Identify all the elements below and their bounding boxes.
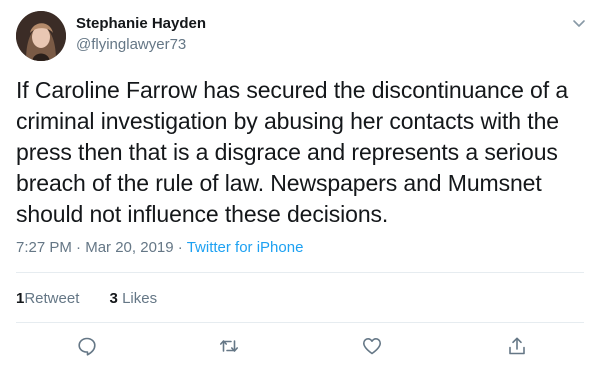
meta-separator: · [76, 239, 82, 256]
avatar[interactable] [16, 11, 66, 61]
heart-icon[interactable] [361, 335, 383, 357]
tweet-source-link[interactable]: Twitter for iPhone [187, 239, 304, 256]
tweet-meta: 7:27 PM · Mar 20, 2019 · Twitter for iPh… [16, 239, 303, 256]
retweets-stat[interactable]: 1Retweet [16, 290, 79, 307]
share-icon[interactable] [506, 335, 528, 357]
author-handle[interactable]: @flyinglawyer73 [76, 36, 186, 53]
retweet-icon[interactable] [218, 335, 240, 357]
action-bar [0, 335, 600, 361]
tweet-stats: 1Retweet 3 Likes [16, 290, 183, 307]
retweets-label: Retweet [24, 290, 80, 307]
tweet-date[interactable]: Mar 20, 2019 [85, 239, 173, 256]
author-name[interactable]: Stephanie Hayden [76, 15, 206, 32]
reply-icon[interactable] [76, 335, 98, 357]
likes-stat[interactable]: 3 Likes [110, 290, 158, 307]
meta-separator: · [177, 239, 183, 256]
likes-count: 3 [109, 290, 118, 307]
chevron-down-icon[interactable] [570, 14, 588, 32]
divider [16, 322, 584, 323]
divider [16, 272, 584, 273]
likes-label: Likes [122, 290, 158, 307]
tweet-text: If Caroline Farrow has secured the disco… [16, 77, 569, 227]
tweet-time[interactable]: 7:27 PM [16, 239, 72, 256]
tweet-card: Stephanie Hayden @flyinglawyer73 If Caro… [0, 0, 600, 371]
